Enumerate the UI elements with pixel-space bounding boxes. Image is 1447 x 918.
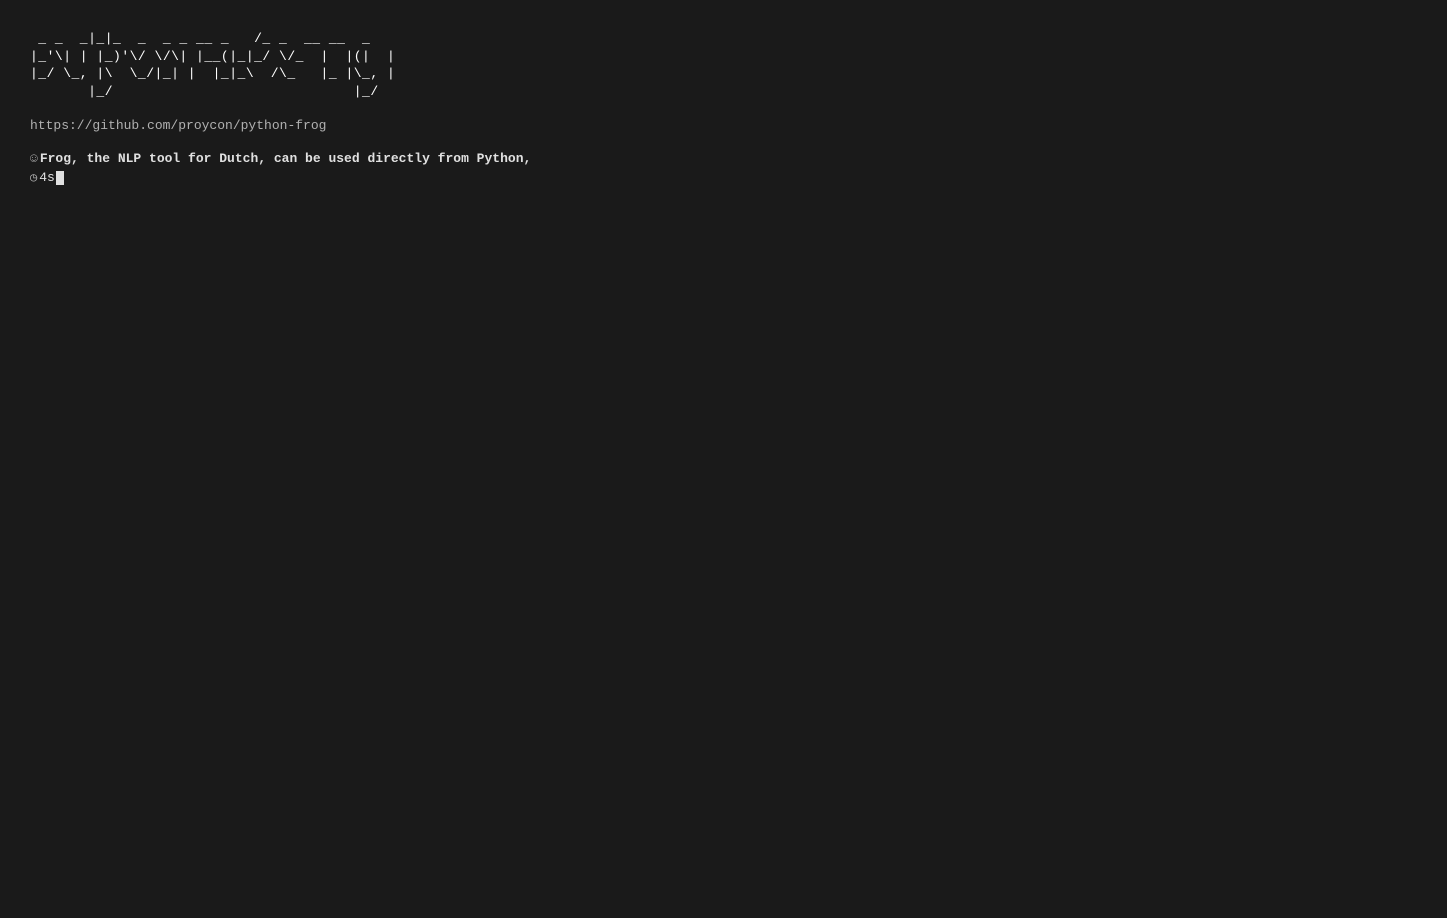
- clock-icon: ◷: [30, 170, 37, 185]
- smiley-icon: ☺: [30, 151, 38, 166]
- github-url: https://github.com/proycon/python-frog: [30, 118, 1417, 133]
- ascii-art-banner: _ _ _|_|_ _ _ _ __ _ /_ _ __ __ _ |_'\| …: [30, 30, 1417, 100]
- timing-text: 4s: [39, 170, 55, 185]
- terminal-cursor: [56, 171, 64, 185]
- frog-description-text: Frog, the NLP tool for Dutch, can be use…: [40, 151, 531, 166]
- frog-output-line: ☺ Frog, the NLP tool for Dutch, can be u…: [30, 151, 1417, 166]
- terminal-window: _ _ _|_|_ _ _ _ __ _ /_ _ __ __ _ |_'\| …: [0, 0, 1447, 918]
- timing-line: ◷ 4s: [30, 170, 1417, 185]
